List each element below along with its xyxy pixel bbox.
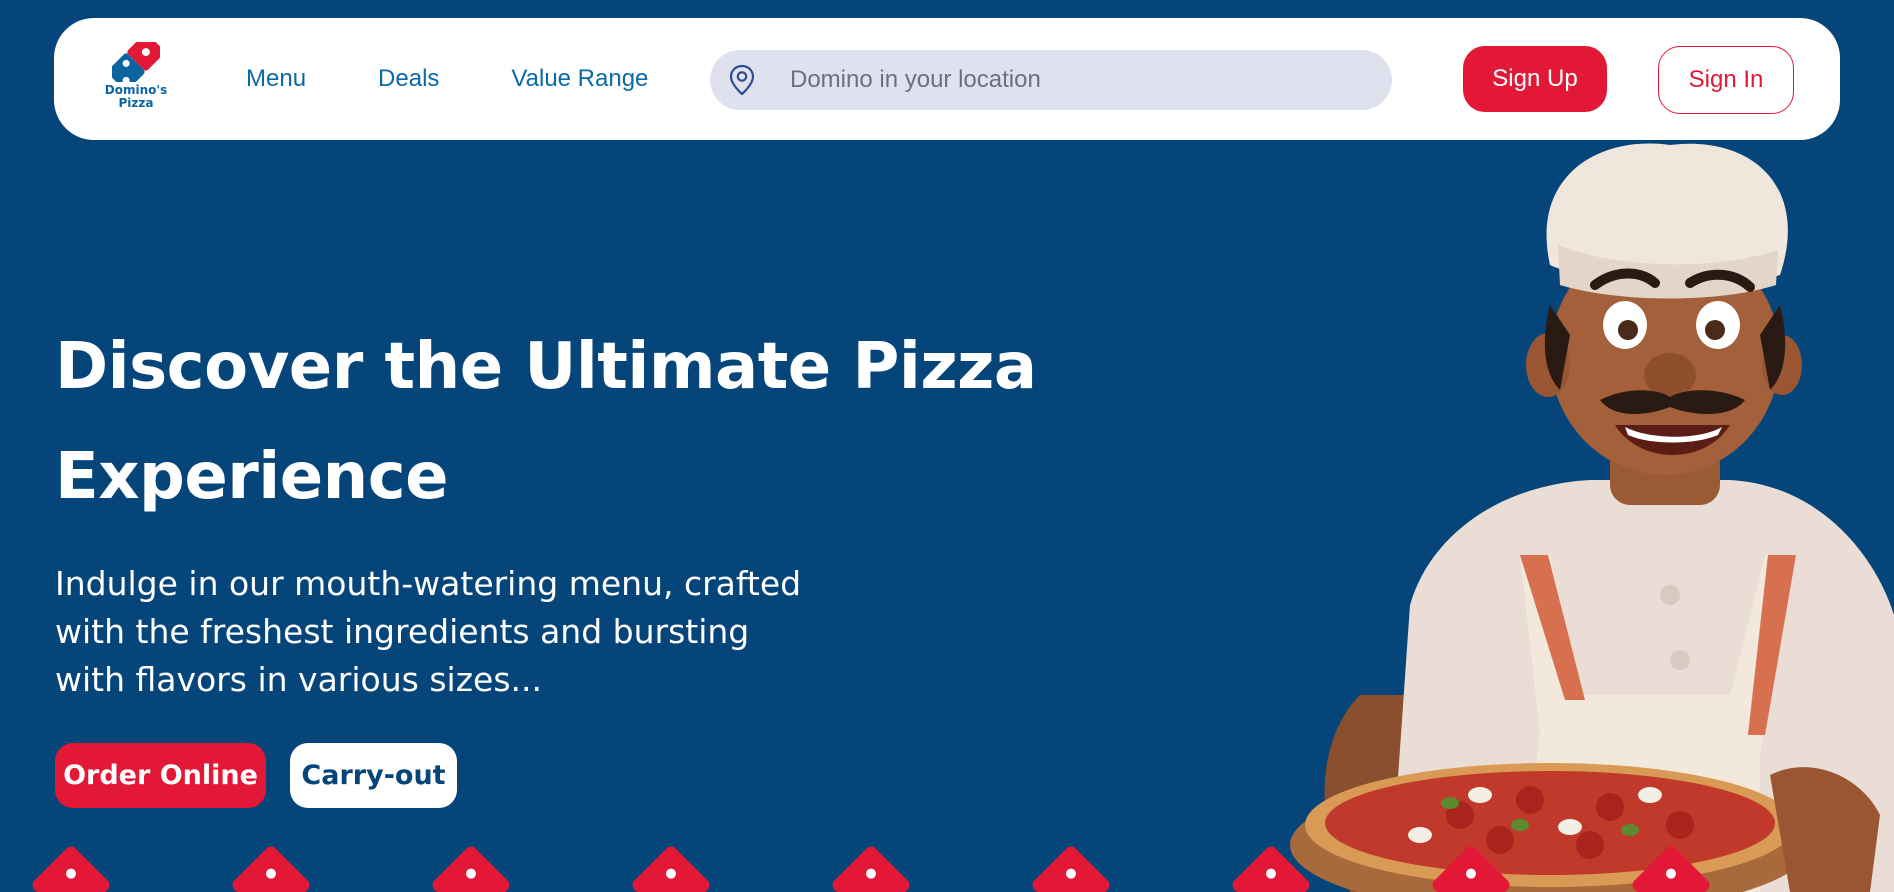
decorative-domino-strip bbox=[0, 842, 1894, 892]
carry-out-button[interactable]: Carry-out bbox=[290, 743, 457, 808]
logo-wordmark: Domino's Pizza bbox=[105, 84, 167, 110]
location-search-input[interactable] bbox=[790, 50, 1370, 110]
location-search-bar[interactable] bbox=[710, 50, 1392, 110]
domino-tile-icon bbox=[629, 843, 713, 892]
location-pin-icon bbox=[729, 64, 755, 96]
nav-link-value-range[interactable]: Value Range bbox=[511, 65, 648, 93]
order-online-button[interactable]: Order Online bbox=[55, 743, 266, 808]
main-nav: Menu Deals Value Range bbox=[246, 18, 648, 140]
dominos-logo-icon bbox=[112, 42, 160, 82]
nav-link-deals[interactable]: Deals bbox=[378, 65, 439, 93]
domino-tile-icon bbox=[29, 843, 113, 892]
nav-link-menu[interactable]: Menu bbox=[246, 65, 306, 93]
domino-tile-icon bbox=[1429, 843, 1513, 892]
domino-tile-icon bbox=[1629, 843, 1713, 892]
domino-tile-icon bbox=[229, 843, 313, 892]
sign-up-button[interactable]: Sign Up bbox=[1463, 46, 1607, 112]
hero-description: Indulge in our mouth-watering menu, craf… bbox=[55, 564, 802, 699]
hero-title: Discover the Ultimate Pizza Experience bbox=[55, 330, 1037, 514]
chef-holding-pizza-illustration bbox=[1290, 143, 1894, 892]
domino-tile-icon bbox=[1229, 843, 1313, 892]
domino-tile-icon bbox=[429, 843, 513, 892]
logo-line-2: Pizza bbox=[118, 96, 154, 110]
page: Domino's Pizza Menu Deals Value Range Si… bbox=[0, 0, 1894, 892]
dominos-logo[interactable]: Domino's Pizza bbox=[98, 42, 174, 122]
top-navbar: Domino's Pizza Menu Deals Value Range Si… bbox=[54, 18, 1840, 140]
domino-tile-icon bbox=[829, 843, 913, 892]
domino-tile-icon bbox=[1029, 843, 1113, 892]
sign-in-button[interactable]: Sign In bbox=[1658, 46, 1794, 114]
